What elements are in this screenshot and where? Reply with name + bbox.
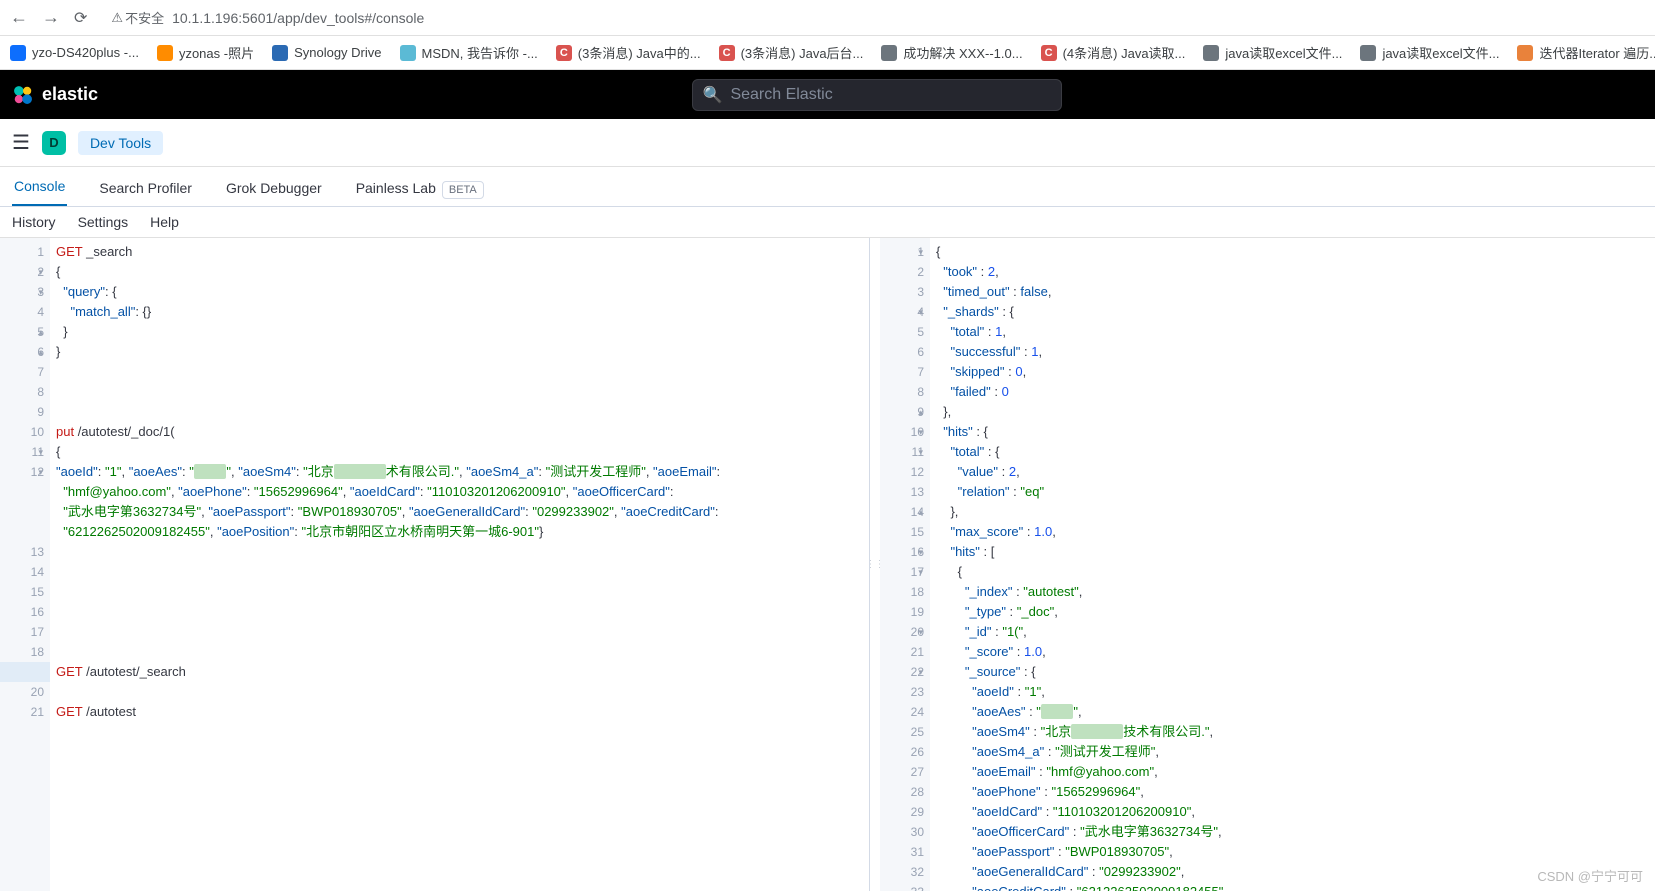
bookmark-icon xyxy=(10,45,26,61)
bookmark-item[interactable]: yzo-DS420plus -... xyxy=(10,45,139,61)
forward-button[interactable]: → xyxy=(42,7,60,28)
tab-search-profiler[interactable]: Search Profiler xyxy=(97,170,194,206)
response-viewer: { "took" : 2, "timed_out" : false, "_sha… xyxy=(930,238,1655,891)
tab-bar: Console Search Profiler Grok Debugger Painl… xyxy=(0,167,1655,207)
sublink-help[interactable]: Help xyxy=(150,214,179,230)
bookmark-icon: C xyxy=(1041,45,1057,61)
response-pane: 1▾234▾56789▴10▾11▾121314▴1516▾17▾181920▾… xyxy=(880,238,1655,891)
bookmarks-bar: yzo-DS420plus -... yzonas -照片 Synology Dri… xyxy=(0,36,1655,70)
request-editor[interactable]: GET _search{ "query": { "match_all": {} … xyxy=(50,238,869,891)
bookmark-item[interactable]: C(3条消息) Java中的... xyxy=(556,43,701,62)
url-text: 10.1.1.196:5601/app/dev_tools#/console xyxy=(172,10,424,26)
sub-links: History Settings Help xyxy=(0,207,1655,237)
menu-button[interactable]: ☰ xyxy=(12,130,30,155)
secondary-bar: ☰ D Dev Tools xyxy=(0,119,1655,167)
bookmark-icon xyxy=(1517,45,1533,61)
bookmark-item[interactable]: C(4条消息) Java读取... xyxy=(1041,43,1186,62)
reload-button[interactable]: ⟳ xyxy=(74,8,87,28)
bookmark-item[interactable]: Synology Drive xyxy=(272,45,381,61)
back-button[interactable]: ← xyxy=(10,7,28,28)
request-gutter: 12▾3▾45▴6▴789✖1011▾12▾ 13141516171819202… xyxy=(0,238,50,891)
security-badge: ⚠ 不安全 xyxy=(111,8,164,27)
request-pane: 12▾3▾45▴6▴789✖1011▾12▾ 13141516171819202… xyxy=(0,238,870,891)
bookmark-item[interactable]: yzonas -照片 xyxy=(157,43,254,62)
sublink-settings[interactable]: Settings xyxy=(78,214,129,230)
bookmark-icon xyxy=(1360,45,1376,61)
pane-resizer[interactable]: ⋮⋮ xyxy=(870,238,880,891)
search-input[interactable]: 🔍 Search Elastic xyxy=(692,79,1062,111)
bookmark-item[interactable]: C(3条消息) Java后台... xyxy=(719,43,864,62)
bookmark-item[interactable]: java读取excel文件... xyxy=(1203,43,1342,62)
browser-toolbar: ← → ⟳ ⚠ 不安全 10.1.1.196:5601/app/dev_tool… xyxy=(0,0,1655,36)
editor-row: 12▾3▾45▴6▴789✖1011▾12▾ 13141516171819202… xyxy=(0,237,1655,891)
tab-console[interactable]: Console xyxy=(12,168,67,206)
sublink-history[interactable]: History xyxy=(12,214,56,230)
bookmark-item[interactable]: 成功解决 XXX--1.0... xyxy=(881,43,1022,62)
tab-painless-lab[interactable]: Painless LabBETA xyxy=(354,170,486,206)
tab-grok-debugger[interactable]: Grok Debugger xyxy=(224,170,324,206)
bookmark-icon xyxy=(881,45,897,61)
bookmark-icon xyxy=(272,45,288,61)
bookmark-item[interactable]: MSDN, 我告诉你 -... xyxy=(400,43,538,62)
response-gutter: 1▾234▾56789▴10▾11▾121314▴1516▾17▾181920▾… xyxy=(880,238,930,891)
space-badge[interactable]: D xyxy=(42,131,66,155)
bookmark-icon xyxy=(400,45,416,61)
breadcrumb-devtools[interactable]: Dev Tools xyxy=(78,131,163,155)
bookmark-icon: C xyxy=(719,45,735,61)
elastic-icon xyxy=(12,84,34,106)
bookmark-item[interactable]: 迭代器Iterator 遍历... xyxy=(1517,43,1655,62)
bookmark-item[interactable]: java读取excel文件... xyxy=(1360,43,1499,62)
elastic-header: elastic 🔍 Search Elastic xyxy=(0,70,1655,119)
elastic-logo[interactable]: elastic xyxy=(12,84,98,106)
bookmark-icon xyxy=(157,45,173,61)
bookmark-icon: C xyxy=(556,45,572,61)
search-icon: 🔍 xyxy=(703,85,723,105)
bookmark-icon xyxy=(1203,45,1219,61)
beta-badge: BETA xyxy=(442,181,484,199)
address-bar[interactable]: ⚠ 不安全 10.1.1.196:5601/app/dev_tools#/con… xyxy=(111,8,424,27)
